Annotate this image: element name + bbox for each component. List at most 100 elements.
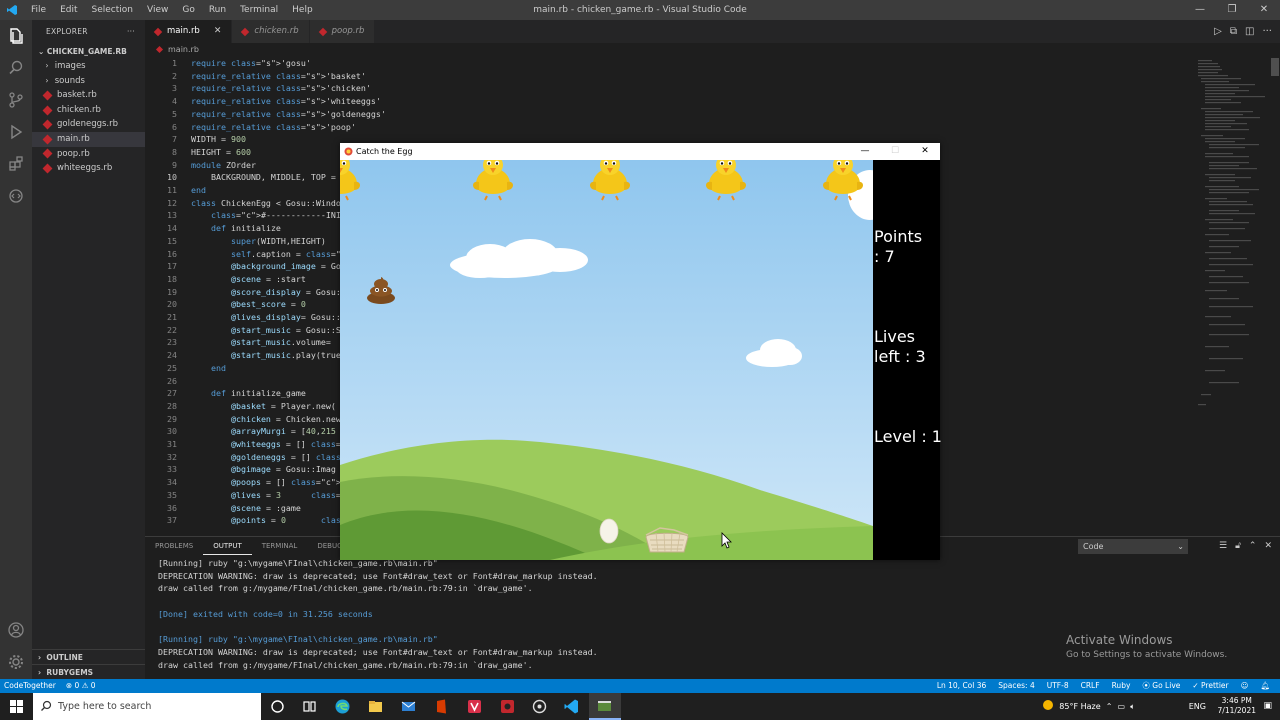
line-number: 36 [167,502,177,513]
tab-terminal[interactable]: TERMINAL [252,537,308,555]
cursor-position[interactable]: Ln 10, Col 36 [937,679,986,693]
minimize-icon[interactable]: — [1184,0,1216,20]
lock-scroll-icon[interactable]: 🔓︎ [1235,537,1241,555]
search-icon[interactable] [6,58,26,78]
gear-icon[interactable] [6,652,26,672]
app-icon-red[interactable] [466,698,483,715]
breadcrumb-file[interactable]: main.rb [168,45,199,54]
more-actions-icon[interactable]: ··· [1262,20,1272,43]
problems-status[interactable]: ⊗ 0 ⚠ 0 [66,679,96,693]
encoding-status[interactable]: UTF-8 [1047,679,1069,693]
close-icon[interactable]: ✕ [1248,0,1280,20]
tab-output[interactable]: OUTPUT [203,537,252,555]
tab-chicken-rb[interactable]: chicken.rb [232,20,310,43]
menu-run[interactable]: Run [202,0,233,20]
indentation-status[interactable]: Spaces: 4 [998,679,1034,693]
menu-terminal[interactable]: Terminal [233,0,285,20]
tab-poop-rb[interactable]: poop.rb [309,20,376,43]
remote-explorer-icon[interactable] [6,186,26,206]
more-actions-icon[interactable]: ··· [127,20,135,44]
close-tab-icon[interactable]: ✕ [214,20,222,43]
ruby-file-icon [155,45,164,54]
minimap[interactable] [1195,58,1270,418]
project-root[interactable]: ⌄ CHICKEN_GAME.RB [32,44,145,59]
search-icon [41,700,52,711]
prettier-status[interactable]: ✓ Prettier [1192,679,1228,693]
task-view-icon[interactable] [301,698,318,715]
menu-file[interactable]: File [24,0,53,20]
extensions-icon[interactable] [6,154,26,174]
eol-status[interactable]: CRLF [1081,679,1100,693]
menu-selection[interactable]: Selection [85,0,140,20]
notifications-icon[interactable]: 🔔︎ [1260,679,1270,693]
game-canvas[interactable] [340,160,873,560]
output-line: [Running] ruby "g:\mygame\FInal\chicken_… [158,634,438,645]
menu-help[interactable]: Help [285,0,320,20]
cortana-icon[interactable] [269,698,286,715]
game-window[interactable]: Catch the Egg — ☐ ✕ Points: 7 Lives lef… [340,143,942,560]
explorer-sidebar: EXPLORER ··· ⌄ CHICKEN_GAME.RB › images ›… [32,20,145,679]
account-icon[interactable] [6,620,26,640]
folder-label: images [54,61,86,71]
editor-scrollbar[interactable] [1270,58,1280,530]
gosu-window-icon [598,701,611,711]
taskbar-clock[interactable]: 3:46 PM 7/11/2021 [1218,696,1256,716]
minimize-icon[interactable]: — [850,143,880,160]
feedback-icon[interactable]: ☺ [1241,679,1249,693]
run-icon[interactable]: ▷ [1214,20,1222,43]
file-poop-rb[interactable]: poop.rb [32,147,145,162]
tab-main-rb[interactable]: main.rb ✕ [145,20,233,43]
app-icon-game[interactable] [499,698,516,715]
maximize-icon: ☐ [890,146,900,156]
settings-app-icon[interactable] [531,698,548,715]
go-live-button[interactable]: ⦿ Go Live [1142,679,1180,693]
folder-sounds[interactable]: › sounds [32,74,145,89]
line-number: 19 [167,286,177,297]
active-task-highlight[interactable] [589,693,621,720]
split-editor-icon[interactable]: ◫ [1245,20,1254,43]
office-icon[interactable] [433,698,450,715]
menu-go[interactable]: Go [175,0,201,20]
file-chicken-rb[interactable]: chicken.rb [32,103,145,118]
close-icon[interactable]: ✕ [910,143,940,160]
tab-problems[interactable]: PROBLEMS [145,537,203,555]
edge-icon[interactable] [334,698,351,715]
input-language[interactable]: ENG [1189,693,1206,720]
line-number: 18 [167,273,177,284]
run-debug-icon[interactable] [6,122,26,142]
file-basket-rb[interactable]: basket.rb [32,88,145,103]
code-line: WIDTH = 900 [191,134,246,145]
windows-start-icon[interactable] [10,700,23,713]
folder-images[interactable]: › images [32,59,145,74]
file-goldeneggs-rb[interactable]: goldeneggs.rb [32,117,145,132]
close-panel-icon[interactable]: ✕ [1264,537,1272,555]
clear-output-icon[interactable]: ☰ [1219,537,1227,555]
line-number: 7 [172,134,177,145]
restore-icon[interactable]: ❐ [1216,0,1248,20]
file-whiteeggs-rb[interactable]: whiteeggs.rb [32,161,145,176]
rubygems-section[interactable]: › RUBYGEMS [32,664,145,679]
points-label: Points [874,227,923,246]
network-icon[interactable]: ▭ [1118,702,1126,711]
open-changes-icon[interactable]: ⧉ [1230,20,1237,43]
weather-widget[interactable]: 85°F Haze ⌃ ▭ 🔈︎ [1043,693,1135,720]
chevron-up-icon[interactable]: ⌃ [1106,702,1113,711]
vscode-taskbar-icon[interactable] [563,698,580,715]
volume-icon[interactable]: 🔈︎ [1130,702,1135,711]
codetogether-status[interactable]: CodeTogether [4,679,56,693]
source-control-icon[interactable] [6,90,26,110]
scrollbar-thumb[interactable] [1271,58,1279,76]
explorer-icon[interactable] [6,26,26,46]
taskbar-search-box[interactable]: Type here to search [33,693,261,720]
file-explorer-icon[interactable] [367,698,384,715]
notification-center-icon[interactable]: ▣ [1263,701,1272,711]
output-channel-select[interactable]: Code ⌄ [1078,539,1188,554]
menu-edit[interactable]: Edit [53,0,84,20]
outline-section[interactable]: › OUTLINE [32,649,145,664]
line-number: 8 [172,146,177,157]
maximize-panel-icon[interactable]: ⌃ [1249,537,1257,555]
language-mode[interactable]: Ruby [1112,679,1131,693]
menu-view[interactable]: View [140,0,175,20]
mail-icon[interactable] [400,698,417,715]
file-main-rb[interactable]: main.rb [32,131,145,147]
